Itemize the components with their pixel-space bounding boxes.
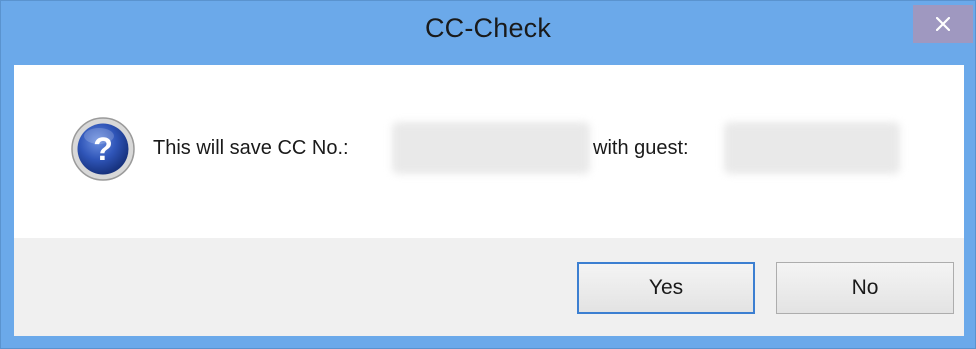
window-title: CC-Check	[424, 13, 552, 43]
yes-button[interactable]: Yes	[577, 262, 755, 314]
message-text-cc: This will save CC No.:	[153, 137, 349, 159]
close-button[interactable]	[913, 5, 973, 43]
question-icon: ?	[71, 117, 135, 181]
redacted-guest-name	[724, 122, 900, 174]
button-bar: Yes No	[14, 238, 964, 336]
message-area: ? This will save CC No.: with guest:	[14, 65, 964, 238]
no-button[interactable]: No	[776, 262, 954, 314]
svg-text:?: ?	[93, 131, 113, 167]
message-text-guest: with guest:	[593, 137, 689, 159]
redacted-cc-number	[392, 122, 590, 174]
title-bar[interactable]: CC-Check	[1, 1, 975, 65]
close-icon	[936, 17, 950, 31]
cc-check-dialog: CC-Check ? This will save CC No.: with g…	[0, 0, 976, 349]
